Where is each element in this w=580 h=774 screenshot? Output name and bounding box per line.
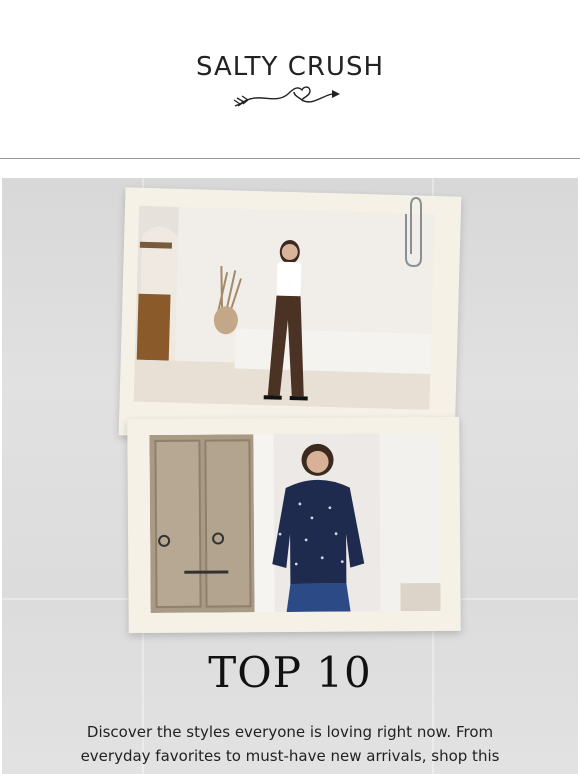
hero-title: TOP 10 [208, 648, 372, 697]
polaroid-frame-2[interactable] [127, 416, 461, 634]
header-divider [0, 158, 580, 159]
arrow-heart-icon [234, 86, 340, 107]
brand-logo-text[interactable]: SALTY CRUSH [0, 52, 580, 82]
photo-white-tank-brown-flares[interactable] [133, 205, 435, 410]
hero-description: Discover the styles everyone is loving r… [80, 723, 500, 765]
email-header: SALTY CRUSH [0, 0, 580, 158]
photo-navy-studded-sweater[interactable] [149, 432, 441, 614]
paper-clip-icon [405, 196, 422, 268]
